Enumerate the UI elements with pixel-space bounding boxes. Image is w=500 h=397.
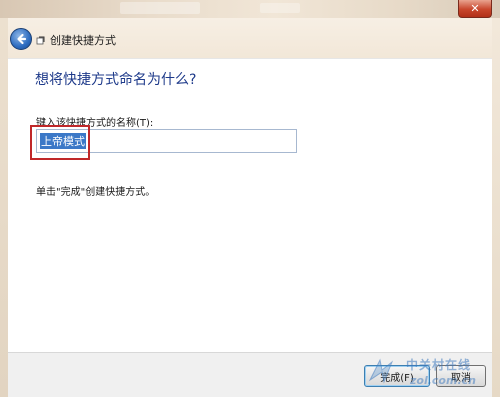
frame-blur bbox=[120, 2, 200, 14]
wizard-content: 想将快捷方式命名为什么? 键入该快捷方式的名称(T): 上帝模式 单击"完成"创… bbox=[8, 58, 492, 352]
wizard-titlebar: 创建快捷方式 bbox=[8, 18, 492, 58]
window-title: 创建快捷方式 bbox=[50, 34, 116, 47]
shortcut-name-selected-text: 上帝模式 bbox=[40, 133, 86, 149]
page-title: 想将快捷方式命名为什么? bbox=[35, 72, 197, 88]
window-frame-top bbox=[0, 0, 500, 18]
window-frame-left bbox=[0, 18, 8, 397]
window-frame-right bbox=[492, 18, 500, 397]
shortcut-wizard-icon bbox=[36, 36, 45, 45]
wizard-footer: 完成(F) 取消 bbox=[8, 352, 492, 397]
cancel-button[interactable]: 取消 bbox=[436, 365, 486, 387]
shortcut-name-input[interactable]: 上帝模式 bbox=[36, 129, 297, 153]
close-button[interactable]: ✕ bbox=[458, 0, 492, 18]
shortcut-name-label: 键入该快捷方式的名称(T): bbox=[36, 118, 154, 129]
finish-button[interactable]: 完成(F) bbox=[364, 365, 430, 387]
finish-hint-text: 单击"完成"创建快捷方式。 bbox=[36, 187, 156, 198]
frame-blur bbox=[260, 3, 300, 13]
back-arrow-icon bbox=[17, 33, 27, 45]
back-button[interactable] bbox=[10, 28, 32, 50]
close-icon: ✕ bbox=[470, 2, 480, 15]
